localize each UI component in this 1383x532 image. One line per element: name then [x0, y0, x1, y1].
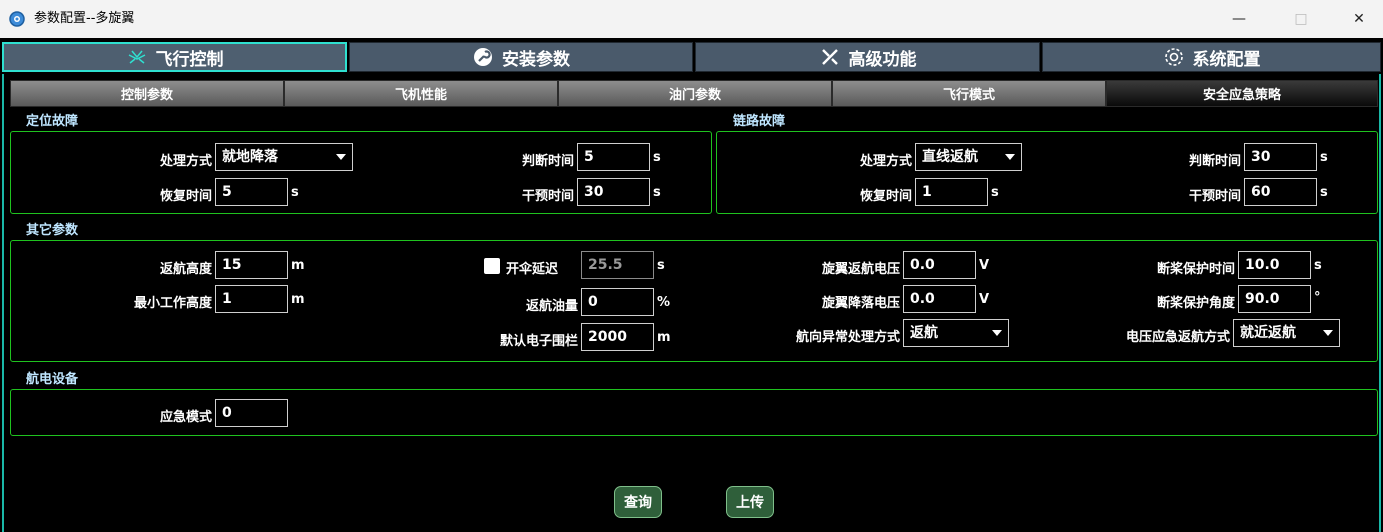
pf-judge-unit: s — [653, 150, 661, 165]
rth-height-unit: m — [291, 258, 305, 273]
lf-judge-label: 判断时间 — [1188, 154, 1241, 169]
rth-fuel-input[interactable]: 0 — [581, 288, 654, 316]
pf-recover-unit: s — [291, 185, 299, 200]
chevron-down-icon — [992, 330, 1002, 336]
rotor-rth-voltage-unit: V — [979, 258, 990, 273]
lf-recover-label: 恢复时间 — [859, 189, 912, 204]
chute-delay-checkbox[interactable] — [484, 258, 500, 274]
lf-intervene-unit: s — [1320, 185, 1328, 200]
lf-recover-input[interactable]: 1 — [915, 178, 988, 206]
lf-judge-input[interactable]: 30 — [1244, 143, 1317, 171]
minimize-button[interactable]: — — [1216, 0, 1262, 38]
main-tab-bar: 飞行控制 安装参数 高级功能 系统配置 — [0, 40, 1383, 74]
min-height-label: 最小工作高度 — [133, 296, 212, 311]
voltage-rth-mode-value: 就近返航 — [1240, 325, 1296, 341]
heading-anomaly-value: 返航 — [910, 325, 938, 341]
subtab-safety-emergency[interactable]: 安全应急策略 — [1106, 80, 1378, 107]
chute-delay-unit: s — [657, 258, 665, 273]
chevron-down-icon — [336, 154, 346, 160]
prop-protect-time-unit: s — [1314, 258, 1322, 273]
lf-judge-unit: s — [1320, 150, 1328, 165]
lf-handling-value: 直线返航 — [922, 149, 978, 165]
rotor-rth-voltage-label: 旋翼返航电压 — [821, 262, 900, 277]
rth-height-label: 返航高度 — [159, 262, 212, 277]
lf-handling-select[interactable]: 直线返航 — [915, 143, 1022, 171]
pf-handling-label: 处理方式 — [159, 154, 212, 169]
tab-label: 飞行控制 — [155, 49, 224, 70]
positioning-fault-title: 定位故障 — [26, 114, 79, 129]
heading-anomaly-select[interactable]: 返航 — [903, 319, 1009, 347]
voltage-rth-mode-select[interactable]: 就近返航 — [1233, 319, 1340, 347]
min-height-input[interactable]: 1 — [215, 285, 288, 313]
rotor-land-voltage-input[interactable]: 0.0 — [903, 285, 976, 313]
close-button[interactable]: ✕ — [1336, 0, 1382, 38]
tab-system-config[interactable]: 系统配置 — [1042, 42, 1381, 72]
pf-judge-label: 判断时间 — [521, 154, 574, 169]
min-height-unit: m — [291, 292, 305, 307]
subtab-throttle-params[interactable]: 油门参数 — [558, 80, 832, 107]
other-params-title: 其它参数 — [26, 223, 79, 238]
emergency-mode-label: 应急模式 — [159, 410, 212, 425]
fence-unit: m — [657, 330, 671, 345]
pf-judge-input[interactable]: 5 — [577, 143, 650, 171]
voltage-rth-mode-label: 电压应急返航方式 — [1125, 330, 1230, 345]
pf-recover-input[interactable]: 5 — [215, 178, 288, 206]
app-gear-icon — [9, 11, 25, 27]
link-fault-title: 链路故障 — [733, 114, 786, 129]
rth-fuel-label: 返航油量 — [525, 299, 578, 314]
lf-intervene-input[interactable]: 60 — [1244, 178, 1317, 206]
maximize-button[interactable]: □ — [1278, 0, 1324, 38]
heading-anomaly-label: 航向异常处理方式 — [795, 330, 900, 345]
pf-recover-label: 恢复时间 — [159, 189, 212, 204]
rth-height-input[interactable]: 15 — [215, 251, 288, 279]
chute-delay-input[interactable]: 25.5 — [581, 251, 654, 279]
pf-handling-select[interactable]: 就地降落 — [215, 143, 353, 171]
rotor-land-voltage-unit: V — [979, 292, 990, 307]
fence-label: 默认电子围栏 — [499, 334, 578, 349]
query-button[interactable]: 查询 — [614, 486, 662, 518]
subtab-aircraft-performance[interactable]: 飞机性能 — [284, 80, 558, 107]
rth-fuel-unit: % — [657, 295, 671, 310]
prop-protect-angle-input[interactable]: 90.0 — [1238, 285, 1311, 313]
tab-label: 安装参数 — [502, 49, 570, 70]
rotor-land-voltage-label: 旋翼降落电压 — [821, 296, 900, 311]
tab-advanced[interactable]: 高级功能 — [695, 42, 1040, 72]
pf-intervene-label: 干预时间 — [521, 189, 574, 204]
wrench-circle-icon — [472, 46, 494, 68]
subtab-control-params[interactable]: 控制参数 — [10, 80, 284, 107]
tab-flight-control[interactable]: 飞行控制 — [2, 42, 347, 72]
lf-handling-label: 处理方式 — [859, 154, 912, 169]
pf-intervene-unit: s — [653, 185, 661, 200]
upload-button[interactable]: 上传 — [726, 486, 774, 518]
tab-label: 系统配置 — [1192, 49, 1261, 70]
prop-protect-angle-label: 断桨保护角度 — [1156, 296, 1235, 311]
gear-icon — [1163, 46, 1185, 68]
drone-icon — [126, 46, 148, 68]
title-bar: 参数配置--多旋翼 — □ ✕ — [0, 0, 1383, 38]
avionics-title: 航电设备 — [26, 372, 79, 387]
subtab-flight-mode[interactable]: 飞行模式 — [832, 80, 1106, 107]
fence-input[interactable]: 2000 — [581, 323, 654, 351]
prop-protect-angle-unit: ° — [1314, 290, 1321, 305]
lf-recover-unit: s — [991, 185, 999, 200]
pf-handling-value: 就地降落 — [222, 149, 278, 165]
tab-label: 高级功能 — [848, 49, 917, 70]
lf-intervene-label: 干预时间 — [1188, 189, 1241, 204]
chevron-down-icon — [1005, 154, 1015, 160]
pf-intervene-input[interactable]: 30 — [577, 178, 650, 206]
prop-protect-time-label: 断桨保护时间 — [1156, 262, 1235, 277]
prop-protect-time-input[interactable]: 10.0 — [1238, 251, 1311, 279]
tab-install-params[interactable]: 安装参数 — [349, 42, 693, 72]
emergency-mode-input[interactable]: 0 — [215, 399, 288, 427]
chute-delay-label: 开伞延迟 — [506, 262, 559, 277]
window-title: 参数配置--多旋翼 — [34, 11, 135, 26]
tools-icon — [819, 46, 841, 68]
rotor-rth-voltage-input[interactable]: 0.0 — [903, 251, 976, 279]
chevron-down-icon — [1323, 330, 1333, 336]
